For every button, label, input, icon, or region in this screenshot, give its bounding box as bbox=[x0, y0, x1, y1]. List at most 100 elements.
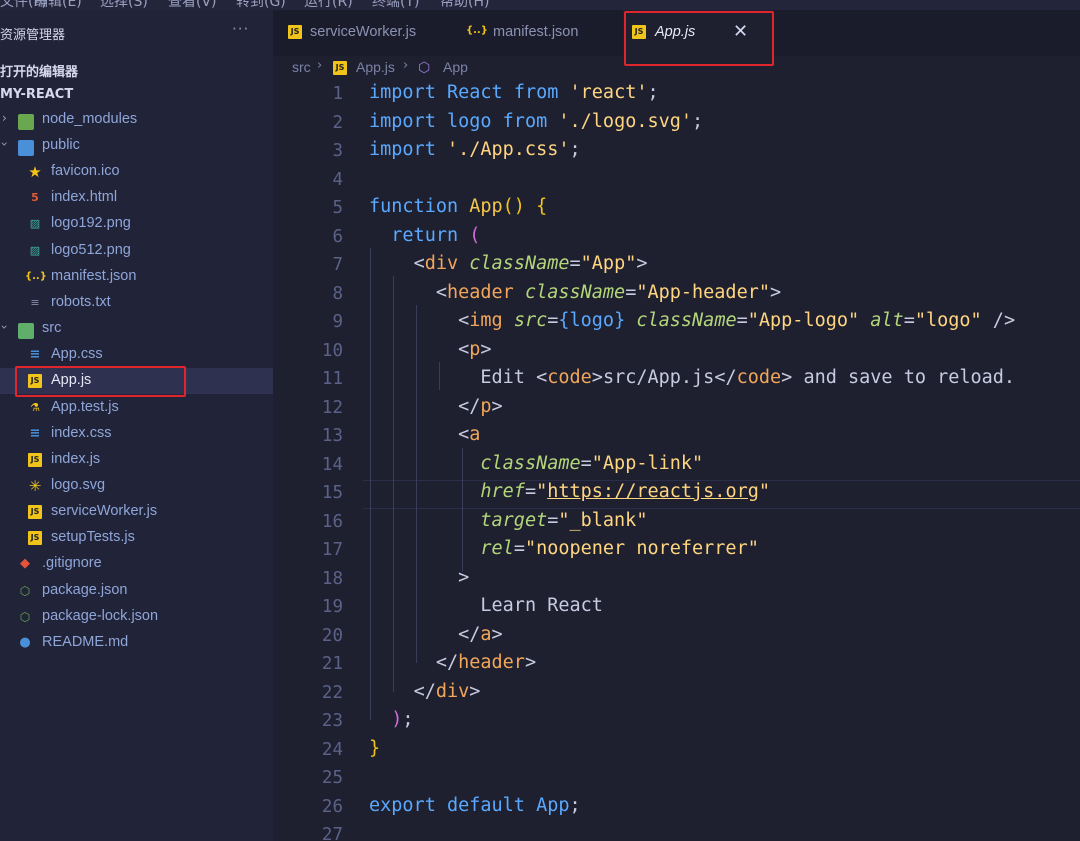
href-link[interactable]: https://reactjs.org bbox=[547, 481, 759, 502]
js-icon: JS bbox=[28, 505, 42, 519]
src-folder-icon bbox=[18, 323, 34, 339]
code-line-17: rel="noopener noreferrer" bbox=[480, 538, 759, 559]
tab-label: serviceWorker.js bbox=[310, 24, 417, 40]
tree-item-app-test[interactable]: ⚗ App.test.js bbox=[0, 395, 273, 421]
tree-item-manifest[interactable]: {..} manifest.json bbox=[0, 264, 273, 290]
menu-edit[interactable]: 编辑(E) bbox=[34, 0, 82, 10]
menu-view[interactable]: 查看(V) bbox=[168, 0, 217, 10]
line-number: 1 bbox=[332, 84, 343, 104]
text-icon: ≡ bbox=[30, 296, 40, 309]
tab-service-worker[interactable]: JS serviceWorker.js bbox=[273, 10, 451, 56]
line-number: 12 bbox=[321, 398, 343, 418]
code-line-3: import './App.css'; bbox=[369, 139, 581, 160]
menu-run[interactable]: 运行(R) bbox=[304, 0, 353, 10]
tree-item-app-css[interactable]: ≡ App.css bbox=[0, 342, 273, 368]
js-icon: JS bbox=[288, 25, 302, 39]
code-editor[interactable]: 1 2 3 4 5 6 7 8 9 10 11 12 13 14 15 16 1… bbox=[273, 80, 1080, 841]
chevron-right-icon: › bbox=[403, 58, 409, 73]
code-line-12: </p> bbox=[458, 396, 503, 417]
more-actions-icon[interactable]: ··· bbox=[232, 20, 249, 38]
code-line-16: target="_blank" bbox=[480, 510, 648, 531]
tree-item-public[interactable]: › public bbox=[0, 133, 273, 159]
tree-item-label: robots.txt bbox=[51, 294, 111, 310]
line-number: 16 bbox=[321, 512, 343, 532]
explorer-title: 资源管理器 bbox=[0, 28, 66, 43]
code-line-5: function App() { bbox=[369, 196, 548, 217]
js-icon: JS bbox=[28, 453, 42, 467]
tree-item-robots[interactable]: ≡ robots.txt bbox=[0, 290, 273, 316]
npm-icon: ⬡ bbox=[19, 584, 31, 598]
menu-bar: 文件(F) 编辑(E) 选择(S) 查看(V) 转到(G) 运行(R) 终端(T… bbox=[0, 0, 1080, 10]
tree-item-setup-tests[interactable]: JS setupTests.js bbox=[0, 525, 273, 551]
line-number: 20 bbox=[321, 626, 343, 646]
menu-help[interactable]: 帮助(H) bbox=[440, 0, 489, 10]
line-number: 25 bbox=[321, 768, 343, 788]
code-line-18: > bbox=[458, 567, 470, 588]
code-line-10: <p> bbox=[458, 339, 492, 360]
open-editors-section[interactable]: 打开的编辑器 bbox=[0, 61, 78, 80]
code-line-23: ); bbox=[391, 709, 414, 730]
menu-go[interactable]: 转到(G) bbox=[236, 0, 286, 10]
tree-item-logo192[interactable]: ▨ logo192.png bbox=[0, 211, 273, 237]
tree-item-favicon[interactable]: ★ favicon.ico bbox=[0, 159, 273, 185]
chevron-down-icon: › bbox=[0, 325, 11, 330]
line-number: 5 bbox=[332, 198, 343, 218]
line-number: 6 bbox=[332, 227, 343, 247]
cube-icon: ⬡ bbox=[418, 59, 431, 75]
git-icon: ◆ bbox=[20, 556, 30, 571]
breadcrumb-symbol[interactable]: App bbox=[443, 59, 468, 75]
json-icon: {..} bbox=[466, 25, 488, 36]
css-icon: ≡ bbox=[29, 347, 41, 362]
tree-item-logo-svg[interactable]: ✳ logo.svg bbox=[0, 473, 273, 499]
menu-terminal[interactable]: 终端(T) bbox=[372, 0, 419, 10]
npm-icon: ⬡ bbox=[19, 610, 31, 624]
tree-item-service-worker[interactable]: JS serviceWorker.js bbox=[0, 499, 273, 525]
line-number: 4 bbox=[332, 170, 343, 190]
line-number: 3 bbox=[332, 141, 343, 161]
line-number: 19 bbox=[321, 597, 343, 617]
line-number: 11 bbox=[321, 369, 343, 389]
js-icon: JS bbox=[333, 61, 347, 75]
code-line-21: </header> bbox=[435, 652, 537, 673]
html-icon: 5 bbox=[31, 191, 39, 204]
line-number: 10 bbox=[321, 341, 343, 361]
breadcrumb: src › JS App.js › ⬡ App bbox=[273, 56, 1080, 80]
tree-item-package-json[interactable]: ⬡ package.json bbox=[0, 578, 273, 604]
tree-item-index-js[interactable]: JS index.js bbox=[0, 447, 273, 473]
code-line-7: <div className="App"> bbox=[413, 253, 648, 274]
tree-item-label: index.css bbox=[51, 425, 112, 441]
explorer-header: 资源管理器 ··· bbox=[0, 20, 273, 44]
tree-item-index-css[interactable]: ≡ index.css bbox=[0, 421, 273, 447]
public-folder-icon bbox=[18, 140, 34, 156]
breadcrumb-file[interactable]: App.js bbox=[356, 59, 395, 75]
tree-item-logo512[interactable]: ▨ logo512.png bbox=[0, 238, 273, 264]
menu-selection[interactable]: 选择(S) bbox=[100, 0, 148, 10]
project-section[interactable]: MY-REACT bbox=[0, 87, 73, 102]
line-number: 26 bbox=[321, 797, 343, 817]
line-number: 17 bbox=[321, 540, 343, 560]
tree-item-gitignore[interactable]: ◆ .gitignore bbox=[0, 551, 273, 577]
line-number: 13 bbox=[321, 426, 343, 446]
tree-item-label: README.md bbox=[42, 634, 129, 650]
node-folder-icon bbox=[18, 114, 34, 130]
tree-item-index-html[interactable]: 5 index.html bbox=[0, 185, 273, 211]
code-line-26: export default App; bbox=[369, 795, 581, 816]
tree-item-label: serviceWorker.js bbox=[51, 503, 158, 519]
code-line-24: } bbox=[369, 738, 381, 759]
tab-manifest[interactable]: {..} manifest.json bbox=[451, 10, 623, 56]
breadcrumb-src[interactable]: src bbox=[292, 59, 311, 75]
tree-item-label: manifest.json bbox=[51, 268, 137, 284]
info-icon: ● bbox=[19, 635, 31, 650]
tree-item-label: favicon.ico bbox=[51, 163, 120, 179]
js-icon: JS bbox=[28, 531, 42, 545]
code-line-8: <header className="App-header"> bbox=[435, 282, 782, 303]
tree-item-src[interactable]: › src bbox=[0, 316, 273, 342]
tree-item-readme[interactable]: ● README.md bbox=[0, 630, 273, 656]
line-number: 8 bbox=[332, 284, 343, 304]
line-number: 22 bbox=[321, 683, 343, 703]
tree-item-label: logo192.png bbox=[51, 215, 131, 231]
tree-item-label: logo512.png bbox=[51, 242, 131, 258]
code-line-14: className="App-link" bbox=[480, 453, 704, 474]
tree-item-node-modules[interactable]: › node_modules bbox=[0, 107, 273, 133]
tree-item-package-lock[interactable]: ⬡ package-lock.json bbox=[0, 604, 273, 630]
